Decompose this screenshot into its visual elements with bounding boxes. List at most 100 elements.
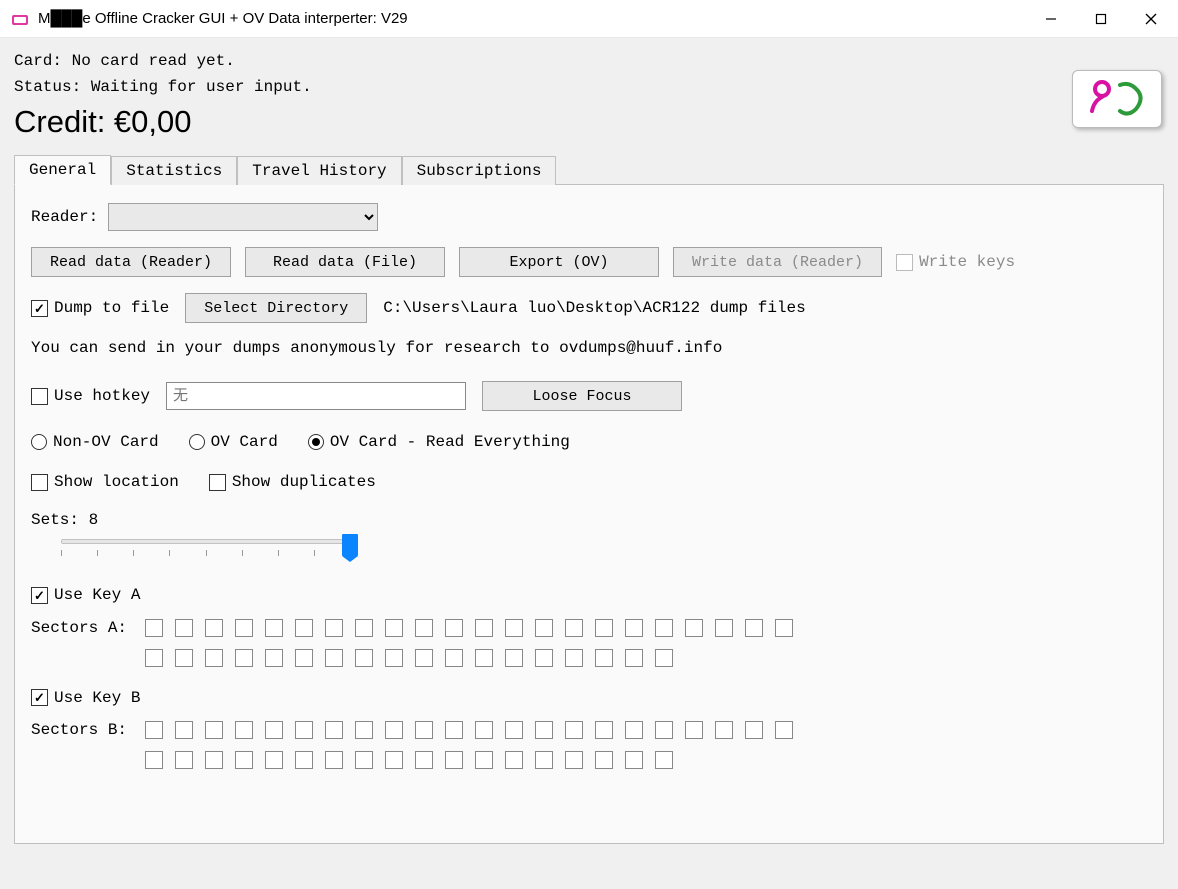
sector-b-1[interactable] (175, 721, 193, 739)
sector-b-7[interactable] (355, 721, 373, 739)
sector-b-20[interactable] (745, 721, 763, 739)
radio-ov[interactable]: OV Card (189, 433, 278, 451)
sector-b-29[interactable] (355, 751, 373, 769)
use-hotkey-checkbox[interactable]: Use hotkey (31, 387, 150, 405)
sector-b-14[interactable] (565, 721, 583, 739)
sector-b-36[interactable] (565, 751, 583, 769)
radio-ov-all-dot[interactable] (308, 434, 324, 450)
sector-b-18[interactable] (685, 721, 703, 739)
show-duplicates-checkbox[interactable]: Show duplicates (209, 473, 376, 491)
radio-non-ov-dot[interactable] (31, 434, 47, 450)
sector-b-32[interactable] (445, 751, 463, 769)
read-data-file-button[interactable]: Read data (File) (245, 247, 445, 277)
radio-ov-dot[interactable] (189, 434, 205, 450)
sector-a-29[interactable] (355, 649, 373, 667)
sector-a-38[interactable] (625, 649, 643, 667)
sector-a-21[interactable] (775, 619, 793, 637)
sector-a-31[interactable] (415, 649, 433, 667)
sector-a-39[interactable] (655, 649, 673, 667)
sector-a-8[interactable] (385, 619, 403, 637)
tab-general[interactable]: General (14, 155, 111, 185)
sector-a-5[interactable] (295, 619, 313, 637)
use-hotkey-box[interactable] (31, 388, 48, 405)
sector-a-7[interactable] (355, 619, 373, 637)
show-location-checkbox[interactable]: Show location (31, 473, 179, 491)
sector-b-11[interactable] (475, 721, 493, 739)
minimize-button[interactable] (1026, 1, 1076, 37)
sector-a-30[interactable] (385, 649, 403, 667)
slider-thumb[interactable] (342, 534, 358, 556)
sector-b-30[interactable] (385, 751, 403, 769)
dump-to-file-checkbox[interactable]: Dump to file (31, 299, 169, 317)
sector-b-17[interactable] (655, 721, 673, 739)
sector-b-9[interactable] (415, 721, 433, 739)
sector-b-28[interactable] (325, 751, 343, 769)
sector-a-3[interactable] (235, 619, 253, 637)
sector-a-25[interactable] (235, 649, 253, 667)
sector-a-20[interactable] (745, 619, 763, 637)
sector-b-38[interactable] (625, 751, 643, 769)
sector-a-35[interactable] (535, 649, 553, 667)
sector-a-11[interactable] (475, 619, 493, 637)
sector-b-10[interactable] (445, 721, 463, 739)
sector-a-32[interactable] (445, 649, 463, 667)
sector-b-22[interactable] (145, 751, 163, 769)
tab-statistics[interactable]: Statistics (111, 156, 237, 185)
sector-b-6[interactable] (325, 721, 343, 739)
sector-a-24[interactable] (205, 649, 223, 667)
slider-track[interactable] (61, 539, 351, 544)
sector-a-36[interactable] (565, 649, 583, 667)
sector-b-2[interactable] (205, 721, 223, 739)
sector-a-18[interactable] (685, 619, 703, 637)
tab-travel-history[interactable]: Travel History (237, 156, 401, 185)
sector-b-21[interactable] (775, 721, 793, 739)
sector-a-34[interactable] (505, 649, 523, 667)
sector-a-28[interactable] (325, 649, 343, 667)
sector-a-13[interactable] (535, 619, 553, 637)
sector-a-14[interactable] (565, 619, 583, 637)
sector-b-0[interactable] (145, 721, 163, 739)
hotkey-input[interactable] (166, 382, 466, 410)
sector-a-15[interactable] (595, 619, 613, 637)
sector-a-19[interactable] (715, 619, 733, 637)
sector-a-27[interactable] (295, 649, 313, 667)
radio-non-ov[interactable]: Non-OV Card (31, 433, 159, 451)
sector-b-27[interactable] (295, 751, 313, 769)
show-location-box[interactable] (31, 474, 48, 491)
sector-a-33[interactable] (475, 649, 493, 667)
loose-focus-button[interactable]: Loose Focus (482, 381, 682, 411)
sector-b-8[interactable] (385, 721, 403, 739)
reader-select[interactable] (108, 203, 378, 231)
sector-b-16[interactable] (625, 721, 643, 739)
sector-b-15[interactable] (595, 721, 613, 739)
sector-a-10[interactable] (445, 619, 463, 637)
use-key-a-checkbox[interactable]: Use Key A (31, 586, 140, 604)
close-button[interactable] (1126, 1, 1176, 37)
sector-a-12[interactable] (505, 619, 523, 637)
sector-b-26[interactable] (265, 751, 283, 769)
sector-a-16[interactable] (625, 619, 643, 637)
sector-b-23[interactable] (175, 751, 193, 769)
sets-slider[interactable] (61, 539, 351, 556)
dump-to-file-box[interactable] (31, 300, 48, 317)
sector-a-37[interactable] (595, 649, 613, 667)
maximize-button[interactable] (1076, 1, 1126, 37)
sector-a-26[interactable] (265, 649, 283, 667)
sector-b-35[interactable] (535, 751, 553, 769)
use-key-a-box[interactable] (31, 587, 48, 604)
sector-a-6[interactable] (325, 619, 343, 637)
use-key-b-checkbox[interactable]: Use Key B (31, 689, 140, 707)
sector-b-24[interactable] (205, 751, 223, 769)
sector-b-31[interactable] (415, 751, 433, 769)
use-key-b-box[interactable] (31, 689, 48, 706)
sector-b-3[interactable] (235, 721, 253, 739)
select-directory-button[interactable]: Select Directory (185, 293, 367, 323)
sector-b-4[interactable] (265, 721, 283, 739)
sector-b-25[interactable] (235, 751, 253, 769)
sector-a-22[interactable] (145, 649, 163, 667)
sector-a-17[interactable] (655, 619, 673, 637)
show-duplicates-box[interactable] (209, 474, 226, 491)
sector-b-33[interactable] (475, 751, 493, 769)
tab-subscriptions[interactable]: Subscriptions (402, 156, 557, 185)
sector-b-12[interactable] (505, 721, 523, 739)
